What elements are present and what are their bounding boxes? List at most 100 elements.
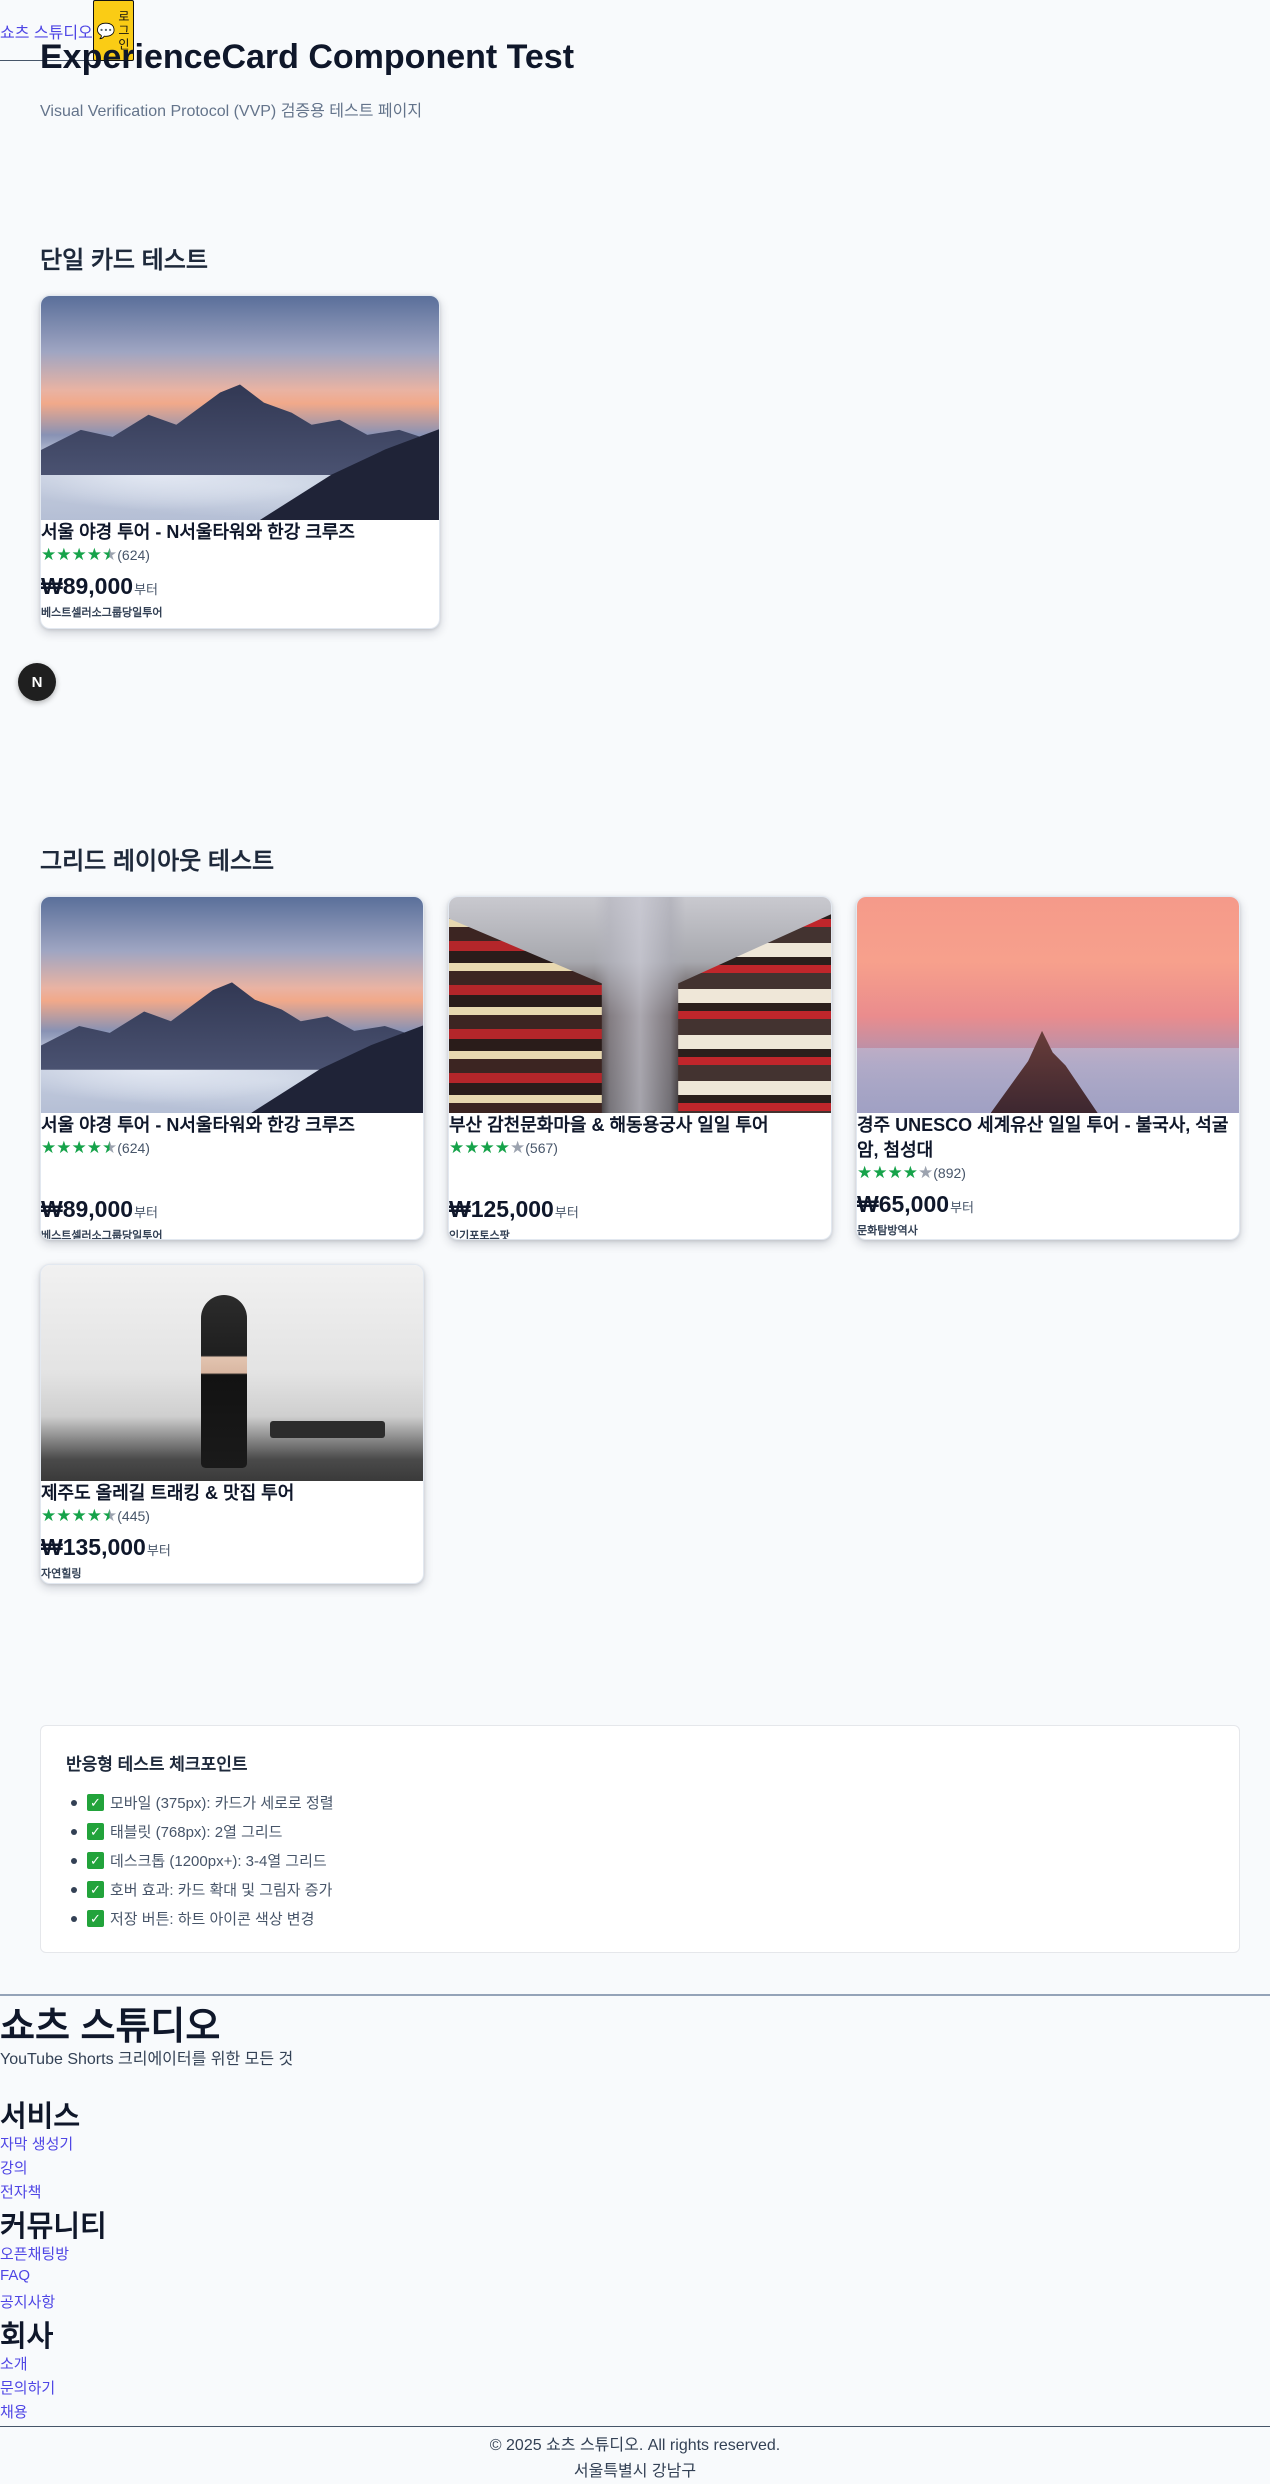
card-title: 경주 UNESCO 세계유산 일일 투어 - 불국사, 석굴암, 첨성대: [857, 1115, 1229, 1160]
card-rating: ★★★★★ (892): [857, 1163, 1239, 1183]
card-price-suffix: 부터: [950, 1200, 974, 1215]
card-price: ₩89,000: [41, 1196, 134, 1222]
card-price: ₩65,000: [857, 1191, 950, 1217]
check-mark-icon: ✓: [87, 1852, 104, 1869]
check-mark-icon: ✓: [87, 1794, 104, 1811]
experience-card[interactable]: 서울 야경 투어 - N서울타워와 한강 크루즈 ★★★★★ (624) ₩89…: [40, 896, 424, 1240]
n-badge-button[interactable]: N: [18, 663, 56, 701]
footer-copyright: © 2025 쇼츠 스튜디오. All rights reserved.: [489, 2437, 781, 2454]
star-filled-icon: ★: [41, 1506, 57, 1525]
checklist-title: 반응형 테스트 체크포인트: [66, 1755, 248, 1774]
chat-bubble-icon: 💬: [96, 22, 116, 40]
star-filled-icon: ★: [56, 1138, 72, 1157]
card-title: 부산 감천문화마을 & 해동용궁사 일일 투어: [449, 1115, 769, 1135]
star-filled-icon: ★: [41, 1138, 57, 1157]
footer-link-careers[interactable]: 채용: [0, 2401, 28, 2422]
star-empty-icon: ★: [510, 1138, 526, 1157]
card-image: [857, 897, 1239, 1113]
card-tags: 인기포토스팟: [449, 1230, 510, 1240]
footer-link-contact[interactable]: 문의하기: [0, 2377, 55, 2398]
star-rating-icon: ★★★★★: [41, 1138, 117, 1158]
footer-link-subtitle-generator[interactable]: 자막 생성기: [0, 2133, 73, 2154]
card-price-row: ₩65,000 부터: [857, 1191, 1239, 1218]
footer-address: 서울특별시 강남구: [573, 2463, 697, 2480]
footer-link-faq[interactable]: FAQ: [0, 2267, 30, 2284]
star-filled-icon: ★: [494, 1138, 510, 1157]
bullet-dot-icon: [71, 1828, 77, 1835]
footer-brand: 쇼츠 스튜디오: [0, 2006, 221, 2048]
page-title: ExperienceCard Component Test: [40, 38, 575, 76]
checklist-item-text: 태블릿 (768px): 2열 그리드: [110, 1824, 283, 1841]
star-filled-icon: ★: [71, 1506, 87, 1525]
card-title: 서울 야경 투어 - N서울타워와 한강 크루즈: [41, 522, 355, 542]
card-tags: 베스트셀러소그룹당일투어: [41, 607, 163, 619]
card-title: 서울 야경 투어 - N서울타워와 한강 크루즈: [41, 1115, 355, 1135]
checklist-item: ✓ 모바일 (375px): 카드가 세로로 정렬: [71, 1788, 334, 1817]
bullet-dot-icon: [71, 1857, 77, 1864]
footer-link-open-chat[interactable]: 오픈채팅방: [0, 2243, 69, 2264]
card-price-suffix: 부터: [134, 582, 158, 597]
card-title: 제주도 올레길 트래킹 & 맛집 투어: [41, 1483, 295, 1503]
star-filled-icon: ★: [872, 1163, 888, 1182]
footer-heading-company: 회사: [0, 2321, 54, 2353]
review-count: (624): [117, 1140, 150, 1156]
section-title-grid: 그리드 레이아웃 테스트: [40, 848, 275, 875]
star-empty-icon: ★: [918, 1163, 934, 1182]
star-filled-icon: ★: [857, 1163, 873, 1182]
experience-card[interactable]: 제주도 올레길 트래킹 & 맛집 투어 ★★★★★ (445) ₩135,000…: [40, 1264, 424, 1584]
experience-card[interactable]: 부산 감천문화마을 & 해동용궁사 일일 투어 ★★★★★ (567) ₩125…: [448, 896, 832, 1240]
star-filled-icon: ★: [86, 1138, 102, 1157]
footer-bottom-divider: [0, 2426, 1270, 2427]
star-filled-icon: ★: [464, 1138, 480, 1157]
star-half-icon: ★: [102, 1506, 118, 1525]
footer-link-about[interactable]: 소개: [0, 2353, 28, 2374]
card-image: [41, 897, 423, 1113]
card-price: ₩89,000: [41, 573, 134, 599]
checklist-item-text: 저장 버튼: 하트 아이콘 색상 변경: [110, 1911, 315, 1928]
card-price-row: ₩135,000 부터: [41, 1534, 423, 1561]
review-count: (892): [933, 1165, 966, 1181]
card-price-suffix: 부터: [554, 1205, 579, 1220]
card-rating: ★★★★★ (624): [41, 1138, 423, 1158]
checklist-item: ✓ 호버 효과: 카드 확대 및 그림자 증가: [71, 1875, 334, 1904]
bullet-dot-icon: [71, 1886, 77, 1893]
card-price-suffix: 부터: [146, 1543, 171, 1558]
footer-link-lectures[interactable]: 강의: [0, 2157, 28, 2178]
star-half-icon: ★: [102, 545, 118, 564]
footer-link-notices[interactable]: 공지사항: [0, 2291, 55, 2312]
star-rating-icon: ★★★★★: [449, 1138, 525, 1158]
section-title-single: 단일 카드 테스트: [40, 247, 208, 274]
checklist-list: ✓ 모바일 (375px): 카드가 세로로 정렬 ✓ 태블릿 (768px): 2…: [71, 1788, 334, 1933]
star-filled-icon: ★: [86, 545, 102, 564]
star-rating-icon: ★★★★★: [857, 1163, 933, 1183]
checklist-item: ✓ 데스크톱 (1200px+): 3-4열 그리드: [71, 1846, 334, 1875]
responsive-checklist: 반응형 테스트 체크포인트 ✓ 모바일 (375px): 카드가 세로로 정렬 ✓…: [40, 1725, 1240, 1953]
card-price-row: ₩89,000 부터: [41, 1196, 423, 1223]
checklist-item: ✓ 저장 버튼: 하트 아이콘 색상 변경: [71, 1904, 334, 1933]
card-tags: 베스트셀러소그룹당일투어: [41, 1230, 163, 1240]
footer-link-ebook[interactable]: 전자책: [0, 2181, 41, 2202]
card-rating: ★★★★★ (624): [41, 545, 439, 565]
card-price-row: ₩89,000 부터: [41, 573, 439, 600]
card-image: [449, 897, 831, 1113]
card-price-suffix: 부터: [134, 1205, 158, 1220]
card-rating: ★★★★★ (445): [41, 1506, 423, 1526]
check-mark-icon: ✓: [87, 1823, 104, 1840]
card-tags: 자연힐링: [41, 1568, 82, 1580]
footer-heading-community: 커뮤니티: [0, 2211, 107, 2243]
star-filled-icon: ★: [449, 1138, 465, 1157]
card-rating: ★★★★★ (567): [449, 1138, 831, 1158]
checklist-item-text: 모바일 (375px): 카드가 세로로 정렬: [110, 1795, 334, 1812]
card-price-row: ₩125,000 부터: [449, 1196, 831, 1223]
page-subtitle: Visual Verification Protocol (VVP) 검증용 테…: [40, 103, 423, 120]
footer-tagline: YouTube Shorts 크리에이터를 위한 모든 것: [0, 2051, 294, 2068]
check-mark-icon: ✓: [87, 1881, 104, 1898]
experience-card-single[interactable]: 서울 야경 투어 - N서울타워와 한강 크루즈 ★★★★★ (624) ₩89…: [40, 295, 440, 629]
star-filled-icon: ★: [56, 545, 72, 564]
star-filled-icon: ★: [479, 1138, 495, 1157]
star-rating-icon: ★★★★★: [41, 545, 117, 565]
review-count: (567): [525, 1140, 558, 1156]
experience-card[interactable]: 경주 UNESCO 세계유산 일일 투어 - 불국사, 석굴암, 첨성대 ★★★…: [856, 896, 1240, 1240]
card-image: [41, 1265, 423, 1481]
card-price: ₩135,000: [41, 1534, 146, 1560]
